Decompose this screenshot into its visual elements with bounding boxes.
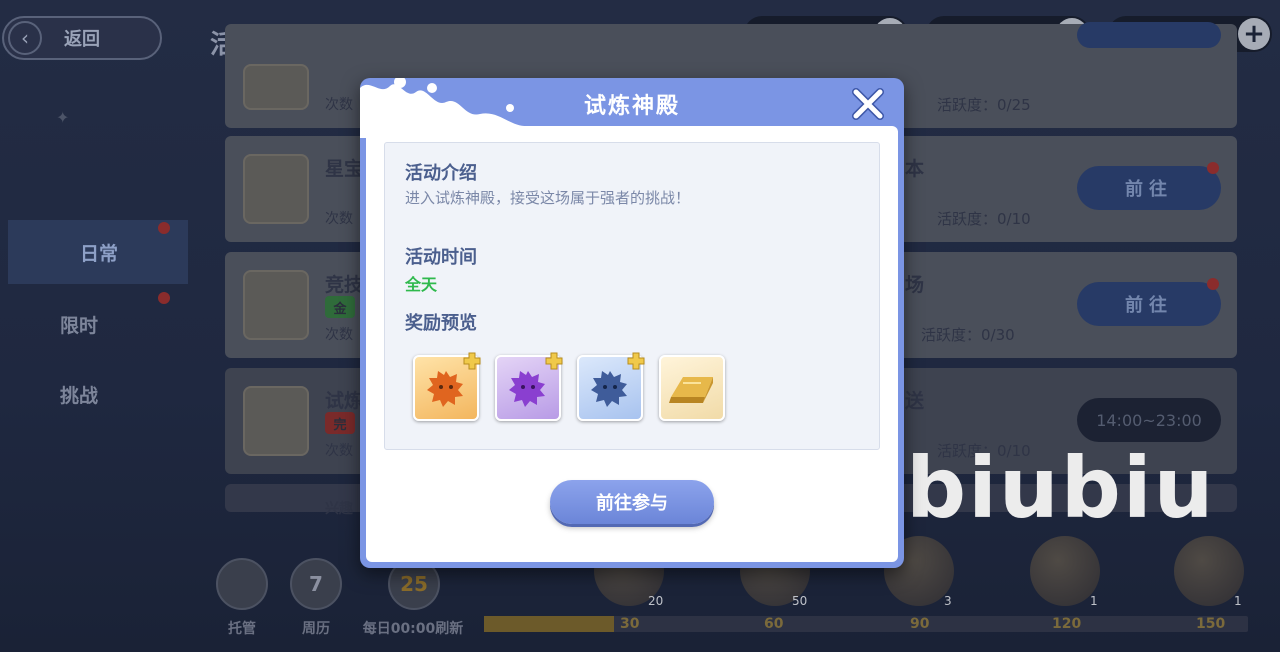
fragment-badge-icon [545,352,563,370]
go-button[interactable]: 前往 [1077,282,1221,326]
fragment-badge-icon [463,352,481,370]
activity-count: 次数 [325,211,353,227]
robot-icon[interactable] [216,558,268,610]
activity-right-name: 场 [905,274,925,296]
intro-text: 进入试炼神殿，接受这场属于强者的挑战！ [405,189,691,207]
close-icon[interactable] [848,84,888,124]
back-arrow-icon: ‹ [8,21,42,55]
milestone-count: 1 [1234,594,1242,608]
milestone-count: 20 [648,594,664,608]
activity-points: 活跃度：0/25 [937,96,1031,114]
milestone-count: 3 [944,594,952,608]
weekly-label: 周历 [302,621,330,637]
go-button-badge [1207,278,1219,290]
activity-count: 次数 [325,443,353,459]
time-window-button[interactable]: 14:00~23:00 [1077,398,1221,442]
calendar-day: 7 [309,572,323,596]
go-button[interactable] [1077,22,1221,48]
watermark: biubiu [906,439,1216,537]
join-button[interactable]: 前往参与 [550,480,714,524]
sidebar-limited-badge [158,292,170,304]
activity-name: 竞技 [325,274,364,296]
milestone-label: 90 [910,616,930,632]
reward-orange-puff-icon[interactable] [413,352,481,421]
activity-progress-fill [484,616,614,632]
reward-blue-puff-icon[interactable] [577,352,645,421]
time-title: 活动时间 [405,247,477,268]
milestone-count: 50 [792,594,808,608]
back-button[interactable]: ‹ 返回 [2,16,162,60]
fragment-badge-icon [627,352,645,370]
daily-refresh-number: 25 [400,572,428,596]
milestone-label: 150 [1196,616,1226,632]
activity-count: 次数 [325,327,353,343]
calendar-icon[interactable]: 7 [290,558,342,610]
sidebar-daily-badge [158,222,170,234]
go-button-badge [1207,162,1219,174]
modal-header: 试炼神殿 [360,78,904,138]
sidebar-pin-icon: ✦ [56,108,70,127]
activity-progress-bar [484,616,1248,632]
reward-title: 奖励预览 [405,313,477,334]
modal-title: 试炼神殿 [583,94,680,119]
reward-gold-bar-icon[interactable] [659,355,725,421]
sidebar: ✦ 日常 限时 挑战 [0,78,195,558]
crossed-swords-icon [243,270,309,340]
sidebar-item-label: 限时 [60,314,99,337]
info-panel: 活动介绍 进入试炼神殿，接受这场属于强者的挑战！ 活动时间 全天 奖励预览 [384,142,880,450]
milestone-count: 1 [1090,594,1098,608]
activity-right-name: 本 [905,158,925,180]
milestone-label: 30 [620,616,640,632]
auto-label: 托管 [228,621,256,637]
activity-tag: 金 [325,296,355,318]
lantern-icon [243,154,309,224]
time-text: 全天 [405,275,438,294]
activity-name: 兴趣 [325,501,353,517]
diamond-add-button[interactable]: + [1238,18,1270,50]
sidebar-item-label: 日常 [80,242,119,265]
milestone-label: 60 [764,616,784,632]
activity-tag: 完 [325,412,355,434]
activity-points: 活跃度：0/30 [921,326,1015,344]
activity-detail-modal: 试炼神殿 活动介绍 进入试炼神殿，接受这场属于强者的挑战！ 活动时间 全天 奖励… [360,78,904,568]
activity-name: 星宝 [325,158,364,180]
refresh-label: 每日00:00刷新 [362,621,464,637]
shrine-icon [243,386,309,456]
activity-name: 试炼 [325,390,364,412]
milestone-label: 120 [1052,616,1082,632]
sidebar-item-challenge[interactable]: 挑战 [8,362,188,426]
activity-count: 次数 [325,97,353,113]
modal-body: 活动介绍 进入试炼神殿，接受这场属于强者的挑战！ 活动时间 全天 奖励预览 前往… [366,126,898,562]
intro-title: 活动介绍 [405,163,477,184]
activity-points: 活跃度：0/10 [937,210,1031,228]
back-button-label: 返回 [64,29,100,50]
reward-purple-puff-icon[interactable] [495,352,563,421]
activity-right-name: 送 [905,390,925,412]
sidebar-item-label: 挑战 [60,384,99,407]
go-button[interactable]: 前往 [1077,166,1221,210]
activity-icon [243,64,309,110]
